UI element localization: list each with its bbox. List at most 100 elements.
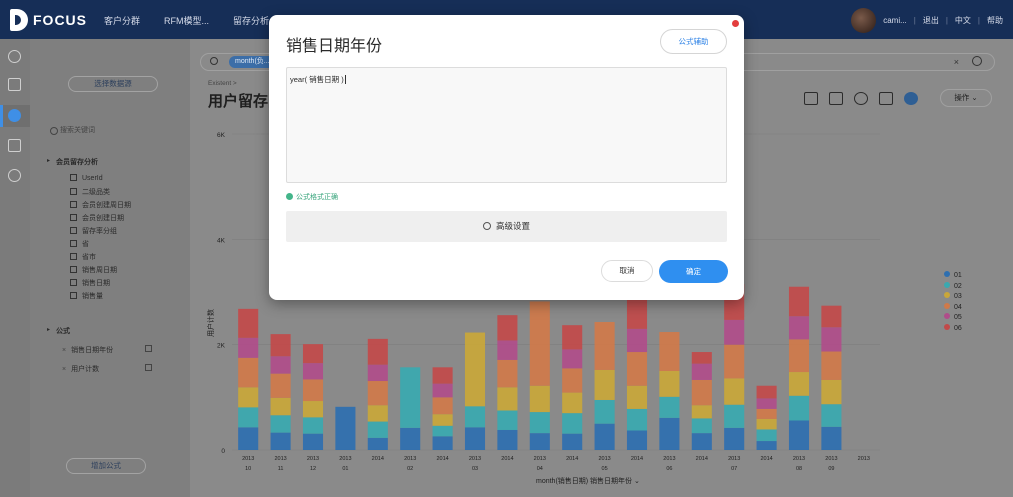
bar-segment: [659, 396, 680, 418]
field-item[interactable]: 会员创建周日期: [70, 200, 131, 210]
bar-segment: [756, 408, 777, 419]
formula-editor[interactable]: year( 销售日期 ): [286, 67, 727, 183]
nav-item-customer-segments[interactable]: 客户分群: [104, 14, 140, 27]
avatar[interactable]: [851, 8, 877, 33]
bar-segment: [238, 337, 259, 358]
field-group-title[interactable]: 会员留存分析: [47, 157, 98, 167]
bar-segment: [724, 404, 745, 428]
legend-item[interactable]: 01: [944, 271, 962, 282]
field-item[interactable]: 省市: [70, 252, 96, 262]
x-tick-label: 03: [472, 466, 478, 472]
legend-item[interactable]: 03: [944, 292, 962, 303]
formula-item[interactable]: × 用户计数: [62, 364, 99, 374]
bar-segment: [367, 437, 388, 450]
field-item[interactable]: 销售周日期: [70, 265, 117, 275]
close-icon[interactable]: ×: [62, 366, 66, 373]
formula-assist-button[interactable]: 公式辅助: [660, 29, 727, 54]
x-tick-label: 2013: [598, 456, 610, 462]
legend-item[interactable]: 05: [944, 313, 962, 324]
x-tick-label: 09: [828, 466, 834, 472]
advanced-settings-button[interactable]: 高级设置: [286, 211, 727, 242]
search-icon[interactable]: [8, 50, 21, 63]
x-tick-label: 2014: [501, 456, 513, 462]
bar-segment: [788, 395, 810, 421]
y-tick-label: 4K: [217, 237, 226, 244]
x-tick-label: 2013: [242, 456, 254, 462]
bar-segment: [529, 433, 550, 450]
calendar-icon: [70, 214, 77, 221]
x-tick-label: 05: [602, 466, 608, 472]
bar-segment: [691, 418, 712, 434]
formula-group-title[interactable]: 公式: [47, 326, 70, 336]
bar-segment: [270, 432, 291, 450]
nav-item-rfm[interactable]: RFM模型...: [164, 14, 209, 27]
text-field-icon: [70, 240, 77, 247]
x-tick-label: 2013: [534, 456, 546, 462]
gear-icon[interactable]: [8, 169, 21, 182]
cancel-button[interactable]: 取消: [601, 260, 653, 282]
bar-segment: [821, 351, 842, 380]
bar-segment: [367, 381, 388, 406]
question-icon[interactable]: [8, 109, 21, 122]
bar-segment: [432, 436, 453, 450]
field-item[interactable]: 留存率分组: [70, 226, 117, 236]
x-tick-label: 2014: [631, 456, 643, 462]
bar-segment: [691, 363, 712, 380]
field-search-input[interactable]: 搜索关键词: [48, 125, 178, 139]
x-tick-label: 2013: [858, 456, 870, 462]
bar-segment: [497, 359, 518, 388]
edit-icon[interactable]: [145, 364, 152, 371]
formula-item[interactable]: × 销售日期年份: [62, 345, 113, 355]
bar-segment: [464, 332, 486, 407]
x-tick-label: 04: [537, 466, 543, 472]
legend-dot-icon: [944, 281, 950, 288]
confirm-button[interactable]: 确定: [659, 260, 728, 283]
bar-segment: [724, 378, 745, 405]
legend-item[interactable]: 02: [944, 281, 962, 293]
legend-dot-icon: [944, 292, 950, 298]
x-tick-label: 2014: [372, 456, 384, 462]
language-link[interactable]: 中文: [955, 15, 971, 26]
legend-item[interactable]: 06: [944, 323, 962, 335]
field-item[interactable]: 销售量: [70, 291, 103, 301]
bar-segment: [270, 373, 291, 398]
x-tick-label: 08: [796, 466, 802, 472]
bar-segment: [367, 338, 388, 365]
logo-mark-icon: [10, 9, 28, 31]
close-icon[interactable]: [732, 20, 739, 27]
x-tick-label: 06: [666, 466, 672, 472]
bar-segment: [432, 367, 453, 384]
bar-segment: [302, 363, 324, 380]
close-icon[interactable]: ×: [62, 347, 66, 354]
logo[interactable]: FOCUS: [10, 9, 87, 31]
bar-segment: [821, 379, 842, 405]
bar-segment: [594, 369, 615, 400]
field-panel: 选择数据源 搜索关键词 会员留存分析 UserId 二级品类 会员创建周日期 会…: [30, 39, 190, 497]
field-item[interactable]: 会员创建日期: [70, 213, 124, 223]
gear-icon: [482, 222, 491, 230]
legend-item[interactable]: 04: [944, 302, 962, 314]
dialog-title: 销售日期年份: [286, 38, 383, 55]
legend-label: 04: [954, 303, 962, 311]
field-item[interactable]: 销售日期: [70, 278, 110, 288]
field-item[interactable]: 省: [70, 239, 89, 249]
x-tick-label: 07: [731, 466, 737, 472]
field-item[interactable]: 二级品类: [70, 187, 110, 197]
chat-icon[interactable]: [8, 78, 21, 91]
edit-icon[interactable]: [145, 345, 152, 352]
bar-segment: [562, 325, 583, 350]
user-name[interactable]: cami...: [883, 16, 907, 25]
logout-link[interactable]: 退出: [923, 15, 939, 26]
nav-item-retention[interactable]: 留存分析: [233, 14, 269, 27]
help-link[interactable]: 帮助: [987, 15, 1003, 26]
document-icon[interactable]: [8, 139, 21, 152]
bar-segment: [238, 407, 259, 428]
add-formula-button[interactable]: 增加公式: [66, 458, 146, 474]
bar-segment: [788, 339, 810, 373]
select-dataset-button[interactable]: 选择数据源: [68, 76, 158, 92]
bar-segment: [626, 430, 648, 450]
field-item[interactable]: UserId: [70, 174, 103, 182]
x-tick-label: 2013: [825, 456, 837, 462]
bar-segment: [270, 397, 291, 416]
bar-segment: [432, 383, 453, 398]
